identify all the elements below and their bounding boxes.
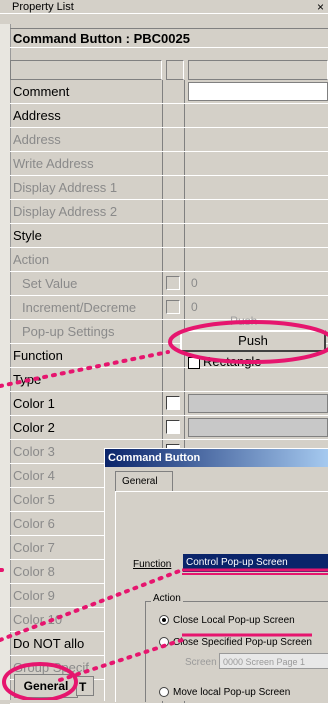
column-divider — [162, 344, 163, 367]
column-divider — [162, 392, 163, 415]
property-name: Increment/Decreme — [22, 300, 137, 315]
column-divider — [162, 248, 163, 271]
property-value[interactable] — [188, 394, 328, 413]
column-divider — [184, 416, 185, 439]
property-row[interactable]: Display Address 1 — [10, 176, 328, 200]
action-label: Action — [151, 593, 183, 604]
column-divider — [162, 80, 163, 103]
type-rectangle-option[interactable]: Rectangle — [188, 354, 262, 369]
property-name: Type — [13, 372, 42, 387]
checkbox-icon[interactable] — [166, 420, 180, 434]
column-header — [10, 60, 328, 80]
radio-close-specified[interactable]: Close Specified Pop-up Screen — [159, 637, 312, 648]
property-name: Color 1 — [13, 396, 55, 411]
property-name: Display Address 2 — [13, 204, 118, 219]
type-value: Rectangle — [203, 354, 262, 369]
tab-second[interactable]: T — [76, 676, 94, 696]
column-divider — [162, 296, 163, 319]
column-divider — [184, 200, 185, 223]
checkbox-icon[interactable] — [166, 276, 180, 290]
property-value[interactable] — [188, 82, 328, 101]
column-divider — [184, 368, 185, 391]
property-value[interactable]: 0 — [188, 298, 328, 317]
property-name: Write Address — [13, 156, 94, 171]
column-divider — [162, 416, 163, 439]
column-header-value — [188, 60, 328, 80]
column-divider — [184, 224, 185, 247]
column-header-check — [166, 60, 184, 80]
property-row[interactable]: Address — [10, 128, 328, 152]
column-divider — [184, 128, 185, 151]
property-row[interactable]: Type — [10, 368, 328, 392]
column-divider — [162, 128, 163, 151]
property-name: Function — [13, 348, 63, 363]
radio-move-local-label: Move local Pop-up Screen — [173, 687, 291, 698]
close-icon[interactable]: × — [317, 0, 324, 14]
property-value[interactable]: 0 — [188, 274, 328, 293]
property-row[interactable]: Style — [10, 224, 328, 248]
column-divider — [162, 200, 163, 223]
radio-move-local[interactable]: Move local Pop-up Screen — [159, 687, 290, 698]
property-row[interactable]: Color 2 — [10, 416, 328, 440]
property-row[interactable]: Write Address — [10, 152, 328, 176]
column-divider — [184, 176, 185, 199]
radio-selected-icon — [159, 615, 169, 626]
object-header: Command Button : PBC0025 — [10, 28, 328, 48]
push-ghost-text: Push — [230, 314, 258, 328]
function-push-button[interactable]: Push — [180, 330, 326, 352]
radio-close-local[interactable]: Close Local Pop-up Screen — [159, 615, 295, 626]
column-divider — [162, 320, 163, 343]
column-divider — [162, 152, 163, 175]
property-name: Style — [13, 228, 42, 243]
column-divider — [162, 224, 163, 247]
property-row[interactable]: Action — [10, 248, 328, 272]
property-row[interactable]: Address — [10, 104, 328, 128]
column-divider — [162, 104, 163, 127]
property-row[interactable]: Color 1 — [10, 392, 328, 416]
column-header-name — [10, 60, 162, 80]
checkbox-icon[interactable] — [166, 300, 180, 314]
column-divider — [162, 368, 163, 391]
property-name: Action — [13, 252, 50, 267]
property-name: Display Address 1 — [13, 180, 118, 195]
column-divider — [184, 152, 185, 175]
command-button-dialog: Command Button General Function Control … — [104, 448, 328, 702]
property-name: Comment — [13, 84, 70, 99]
radio-close-specified-label: Close Specified Pop-up Screen — [173, 637, 312, 648]
rectangle-icon — [188, 356, 200, 369]
radio-icon — [159, 637, 169, 648]
checkbox-icon[interactable] — [166, 396, 180, 410]
property-name: Pop-up Settings — [22, 324, 115, 339]
column-divider — [184, 248, 185, 271]
column-divider — [162, 176, 163, 199]
property-value[interactable] — [188, 418, 328, 437]
panel-title: Property List — [12, 1, 74, 13]
function-select[interactable]: Control Pop-up Screen — [183, 554, 328, 572]
column-divider — [162, 272, 163, 295]
property-name: Color 2 — [13, 420, 55, 435]
screen-label: Screen — [185, 657, 217, 668]
property-name: Set Value — [22, 276, 78, 291]
radio-close-local-label: Close Local Pop-up Screen — [173, 615, 295, 626]
column-divider — [184, 104, 185, 127]
panel-titlebar: Property List × — [0, 0, 328, 14]
column-divider — [184, 296, 185, 319]
property-row[interactable]: Display Address 2 — [10, 200, 328, 224]
column-divider — [184, 80, 185, 103]
property-row[interactable]: Set Value 0 — [10, 272, 328, 296]
column-divider — [184, 272, 185, 295]
property-name: Address — [13, 108, 61, 123]
dialog-title: Command Button — [105, 449, 328, 467]
screen-select[interactable]: 0000 Screen Page 1 — [219, 653, 328, 669]
function-label: Function — [133, 559, 172, 570]
property-name: Address — [13, 132, 61, 147]
radio-icon — [159, 687, 169, 698]
property-row[interactable]: Comment — [10, 80, 328, 104]
property-row[interactable]: Increment/Decreme 0 — [10, 296, 328, 320]
dialog-tab-general[interactable]: General — [115, 471, 173, 491]
column-divider — [184, 392, 185, 415]
tab-general[interactable]: General — [14, 674, 78, 698]
